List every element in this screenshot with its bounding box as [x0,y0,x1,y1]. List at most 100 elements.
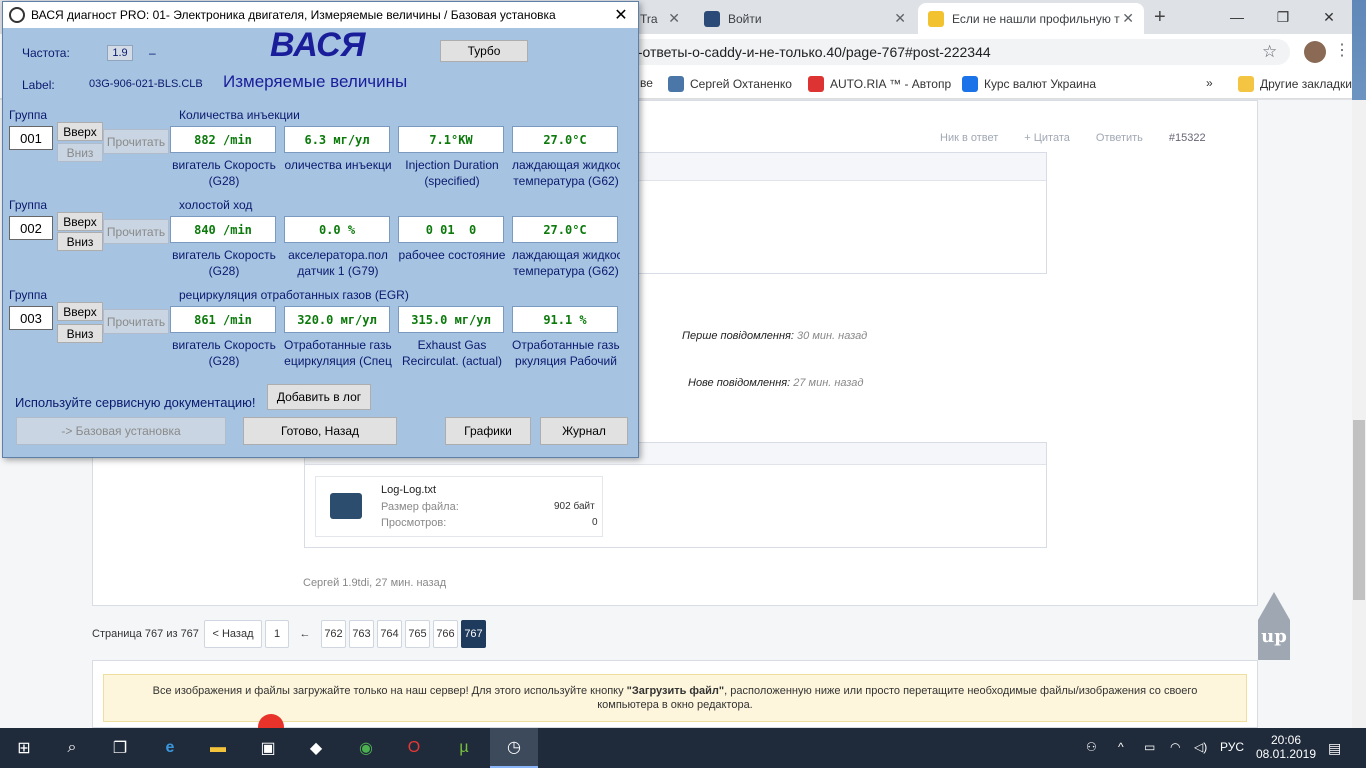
desc-line: (G28) [208,174,240,188]
group-1-read-button[interactable]: Прочитать [103,129,169,154]
page-763-button[interactable]: 763 [349,620,374,648]
bookmark-item[interactable]: Сергей Охтаненко [668,76,792,92]
tab-tra[interactable]: Tra ✕ [630,3,690,34]
bookmark-label: ве [640,76,653,90]
tab-label: Если не нашли профильную т [952,11,1120,26]
post-number[interactable]: #15322 [1169,132,1206,144]
group-3-down-button[interactable]: Вниз [57,324,103,343]
journal-button[interactable]: Журнал [540,417,628,445]
desc-line: вигатель Скорость [172,158,276,172]
tab-label: Войти [728,11,762,26]
tab-active-forum[interactable]: Если не нашли профильную т ✕ [918,3,1144,34]
volume-icon[interactable]: ◁) [1194,740,1207,754]
close-icon[interactable]: ✕ [668,10,680,27]
bookmark-item[interactable]: ве [640,76,653,90]
answer-link[interactable]: Ответить [1096,132,1143,144]
vasya-taskbar-icon[interactable]: ◷ [490,728,538,768]
file-attachment[interactable]: Log-Log.txt Размер файла: 902 байт Просм… [315,476,603,537]
bookmark-item[interactable]: Курс валют Украина [962,76,1096,92]
new-tab-button[interactable]: + [1154,6,1166,29]
label-value: 03G-906-021-BLS.CLB [89,78,203,90]
group-3-desc-3: Exhaust Gas Recirculat. (actual) [398,337,506,369]
search-icon[interactable]: ⌕ [48,728,96,768]
opera-icon[interactable]: O [390,728,438,768]
vk-icon [668,76,684,92]
desc-line: лаждающая жидкос [512,248,620,262]
close-window-button[interactable]: ✕ [1306,0,1352,34]
done-back-button[interactable]: Готово, Назад [243,417,397,445]
network-icon[interactable]: ◠ [1170,740,1180,754]
task-view-icon[interactable]: ❐ [96,728,144,768]
current-page-button[interactable]: 767 [461,620,486,648]
page-jump-arrow[interactable]: ← [292,620,318,648]
page-scrollbar[interactable] [1352,100,1366,728]
group-1-value-1: 882 /min [170,126,276,153]
group-1-up-button[interactable]: Вверх [57,122,103,141]
store-icon[interactable]: ▣ [244,728,292,768]
other-bookmarks[interactable]: Другие закладки [1238,76,1352,92]
desc-line: (specified) [424,174,480,188]
group-2-value-4: 27.0°C [512,216,618,243]
app-icon[interactable]: ◆ [292,728,340,768]
bookmark-item[interactable]: AUTO.RIA ™ - Автопр [808,76,951,92]
edge-browser-icon[interactable]: e [146,728,194,768]
tab-login[interactable]: Войти ✕ [694,3,916,34]
clock[interactable]: 20:06 08.01.2019 [1254,733,1318,761]
close-icon[interactable]: ✕ [1122,10,1134,27]
group-2-number[interactable]: 002 [9,216,53,240]
desc-line: ркуляция Рабочий [515,354,617,368]
avatar[interactable] [1304,41,1326,63]
people-icon[interactable]: ⚇ [1086,740,1097,754]
group-2-read-button[interactable]: Прочитать [103,219,169,244]
address-bar[interactable]: и-ответы-о-caddy-и-не-только.40/page-767… [620,39,1290,65]
group-3-number[interactable]: 003 [9,306,53,330]
add-to-log-button[interactable]: Добавить в лог [267,384,371,410]
language-indicator[interactable]: РУС [1220,740,1244,754]
basic-setting-button[interactable]: -> Базовая установка [16,417,226,445]
page-764-button[interactable]: 764 [377,620,402,648]
group-3-up-button[interactable]: Вверх [57,302,103,321]
group-1-value-4: 27.0°C [512,126,618,153]
bookmark-star-icon[interactable]: ☆ [1262,42,1277,62]
maximize-button[interactable]: ❐ [1260,0,1306,34]
page-765-button[interactable]: 765 [405,620,430,648]
group-2-desc-2: акселератора.пол датчик 1 (G79) [284,247,392,279]
file-icon [330,493,362,519]
page-1-button[interactable]: 1 [265,620,289,648]
reply-link[interactable]: Ник в ответ [940,132,998,144]
vasya-logo: ВАСЯ [270,26,366,64]
bookmark-label: Сергей Охтаненко [690,77,792,91]
close-button[interactable]: ✕ [604,2,638,28]
group-2-value-3: 0 01 0 [398,216,504,243]
battery-icon[interactable]: ▭ [1144,740,1155,754]
file-size-label: Размер файла: [381,501,459,513]
tray-chevron-icon[interactable]: ^ [1118,740,1124,754]
desc-line: оличества инъекци [284,158,392,172]
scroll-up-button[interactable]: up [1244,590,1304,680]
group-1-number[interactable]: 001 [9,126,53,150]
close-icon[interactable]: ✕ [894,10,906,27]
chrome-icon[interactable]: ◉ [342,728,390,768]
utorrent-icon[interactable]: µ [440,728,488,768]
minimize-button[interactable]: — [1214,0,1260,34]
desc-line: Отработанные газы [284,338,392,352]
group-2-down-button[interactable]: Вниз [57,232,103,251]
bookmarks-more-button[interactable]: » [1206,76,1213,90]
turbo-button[interactable]: Турбо [440,40,528,62]
page-762-button[interactable]: 762 [321,620,346,648]
group-2-up-button[interactable]: Вверх [57,212,103,231]
page-766-button[interactable]: 766 [433,620,458,648]
menu-icon[interactable]: ⋮ [1334,40,1350,60]
file-explorer-icon[interactable]: ▬ [194,728,242,768]
group-1-down-button[interactable]: Вниз [57,143,103,162]
windows-start-icon[interactable]: ⊞ [0,728,48,768]
quote-link[interactable]: + Цитата [1024,132,1070,144]
group-3-read-button[interactable]: Прочитать [103,309,169,334]
bookmark-label: Другие закладки [1260,77,1352,91]
graphs-button[interactable]: Графики [445,417,531,445]
prev-page-button[interactable]: < Назад [204,620,262,648]
notification-icon[interactable]: ▤ [1328,740,1341,757]
file-name[interactable]: Log-Log.txt [381,484,436,496]
scrollbar-thumb[interactable] [1353,420,1365,600]
doc-hint: Используйте сервисную документацию! [15,395,256,410]
